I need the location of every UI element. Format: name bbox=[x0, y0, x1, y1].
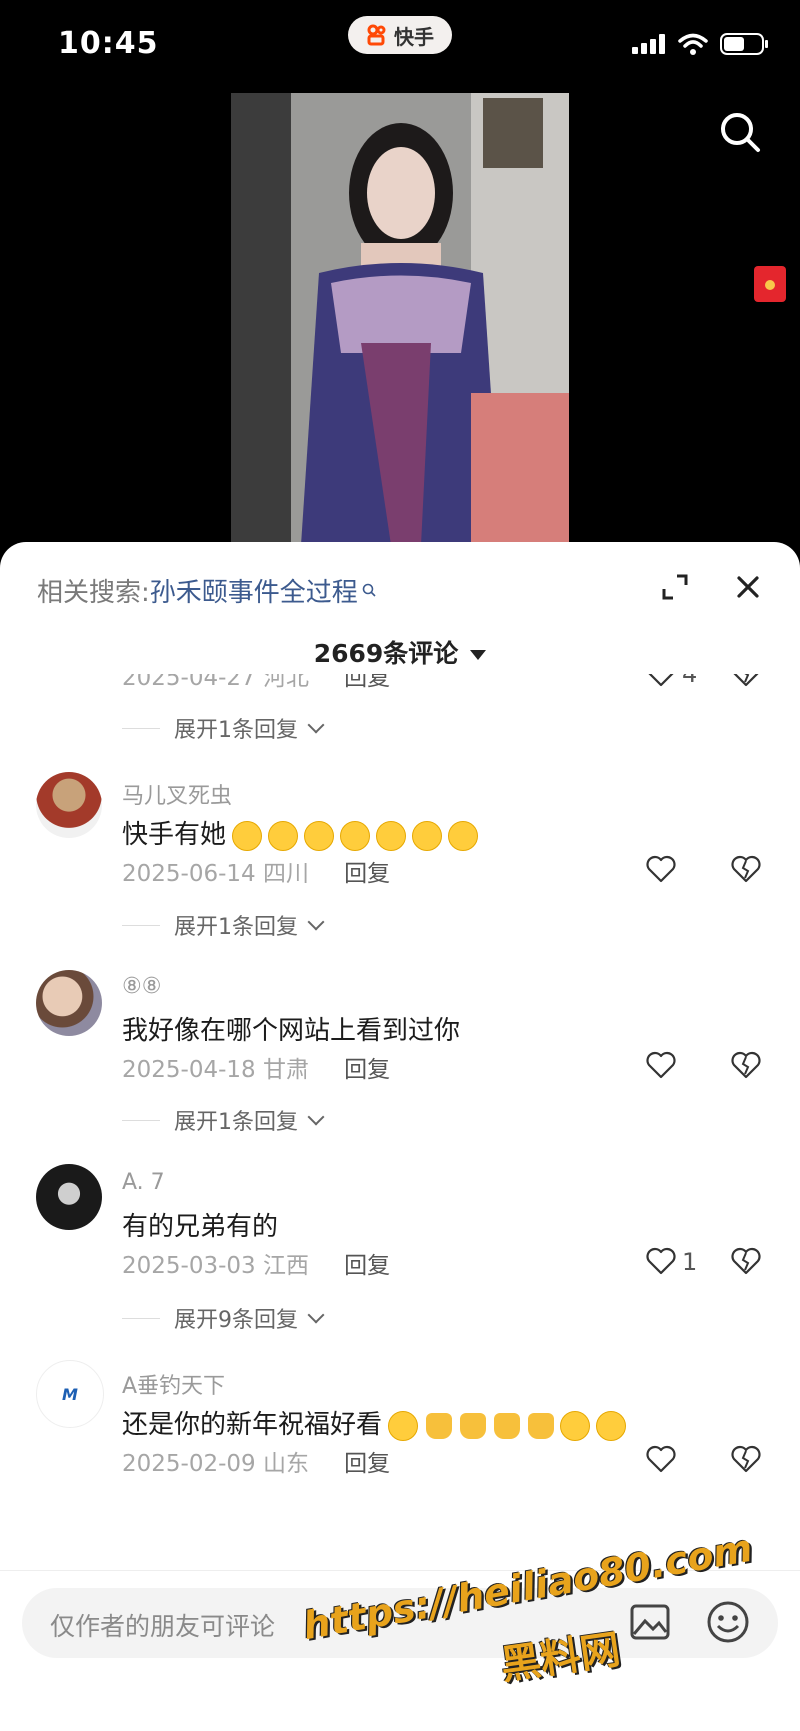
like-count: 4 bbox=[682, 674, 698, 688]
comment-date: 2025-02-09 山东 bbox=[122, 1451, 309, 1477]
comment-username[interactable]: ⑧⑧ bbox=[122, 974, 161, 999]
chevron-down-icon bbox=[307, 1108, 325, 1126]
expand-replies-label: 展开9条回复 bbox=[174, 1308, 298, 1333]
comment-date: 2025-03-03 江西 bbox=[122, 1253, 309, 1279]
chevron-down-icon bbox=[307, 716, 325, 734]
image-icon[interactable] bbox=[630, 1604, 670, 1640]
comment-meta: 2025-02-09 山东 回复 bbox=[122, 1444, 390, 1478]
fullscreen-icon[interactable] bbox=[662, 574, 688, 600]
avatar[interactable] bbox=[36, 772, 102, 838]
dislike-icon[interactable] bbox=[730, 674, 762, 688]
heart-icon[interactable] bbox=[645, 1246, 677, 1276]
reply-button[interactable]: 回复 bbox=[344, 1451, 390, 1477]
comment-text: 我好像在哪个网站上看到过你 bbox=[122, 1016, 461, 1046]
app-badge[interactable]: 快手 bbox=[348, 16, 452, 54]
avatar[interactable] bbox=[36, 970, 102, 1036]
heart-icon[interactable] bbox=[645, 1050, 677, 1080]
comment-meta: 2025-06-14 四川 回复 bbox=[122, 854, 390, 888]
chevron-down-icon bbox=[307, 1306, 325, 1324]
comment-username[interactable]: A. 7 bbox=[122, 1170, 165, 1195]
laughing-emoji-icon bbox=[376, 820, 407, 851]
comment-text: 有的兄弟有的 bbox=[122, 1212, 279, 1242]
laughing-emoji-icon bbox=[448, 820, 479, 851]
dislike-icon[interactable] bbox=[730, 1246, 762, 1276]
chevron-down-icon bbox=[307, 913, 325, 931]
expand-replies[interactable]: 展开9条回复 bbox=[122, 1302, 325, 1334]
laughing-emoji-icon bbox=[232, 820, 263, 851]
kuaishou-logo-icon bbox=[367, 24, 386, 46]
comment-text-body: 快手有她 bbox=[122, 820, 227, 850]
dislike-icon[interactable] bbox=[730, 1444, 762, 1474]
comment-item: 2025-04-27 河北 回复 bbox=[122, 674, 390, 692]
grin-emoji-icon bbox=[388, 1410, 419, 1441]
expand-replies-label: 展开1条回复 bbox=[174, 718, 298, 743]
comment-meta: 2025-04-18 甘肃 回复 bbox=[122, 1050, 390, 1084]
reply-button[interactable]: 回复 bbox=[344, 1057, 390, 1083]
emoji-icon[interactable] bbox=[706, 1600, 750, 1644]
app-name: 快手 bbox=[394, 24, 434, 49]
expand-replies-label: 展开1条回复 bbox=[174, 1110, 298, 1135]
comment-date: 2025-04-18 甘肃 bbox=[122, 1057, 309, 1083]
related-search-query[interactable]: 孙禾颐事件全过程 bbox=[150, 572, 358, 609]
battery-icon bbox=[720, 33, 768, 55]
reply-button[interactable]: 回复 bbox=[344, 861, 390, 887]
laughing-emoji-icon bbox=[304, 820, 335, 851]
smirk-emoji-icon bbox=[560, 1410, 591, 1441]
comment-meta: 2025-03-03 江西 回复 bbox=[122, 1246, 390, 1280]
comment-list[interactable]: 2025-04-27 河北 回复 4 展开1条回复 马儿叉死虫 快手有她 202… bbox=[0, 674, 800, 1609]
thumbs-up-emoji-icon bbox=[494, 1412, 521, 1439]
status-icons bbox=[632, 32, 770, 56]
video-frame-image bbox=[231, 93, 569, 545]
expand-replies[interactable]: 展开1条回复 bbox=[122, 1104, 325, 1136]
signal-icon bbox=[632, 34, 665, 54]
search-small-icon bbox=[362, 583, 376, 597]
comment-text: 还是你的新年祝福好看 bbox=[122, 1404, 627, 1441]
comment-username[interactable]: 马儿叉死虫 bbox=[122, 778, 232, 810]
dislike-icon[interactable] bbox=[730, 854, 762, 884]
comment-date: 2025-04-27 河北 bbox=[122, 674, 309, 691]
red-packet-icon[interactable] bbox=[754, 266, 786, 302]
laughing-emoji-icon bbox=[268, 820, 299, 851]
thumbs-up-emoji-icon bbox=[460, 1412, 487, 1439]
comment-date: 2025-06-14 四川 bbox=[122, 861, 309, 887]
close-icon[interactable] bbox=[733, 572, 763, 602]
expand-replies-label: 展开1条回复 bbox=[174, 915, 298, 940]
avatar[interactable] bbox=[36, 1164, 102, 1230]
reply-button[interactable]: 回复 bbox=[344, 674, 390, 691]
laughing-emoji-icon bbox=[340, 820, 371, 851]
expand-replies[interactable]: 展开1条回复 bbox=[122, 712, 325, 744]
heart-icon[interactable] bbox=[645, 854, 677, 884]
related-search-label: 相关搜索: bbox=[37, 578, 150, 608]
comment-count-label: 2669条评论 bbox=[313, 639, 459, 668]
status-time: 10:45 bbox=[58, 26, 159, 61]
heart-icon[interactable] bbox=[645, 674, 677, 688]
search-icon[interactable] bbox=[716, 108, 764, 156]
comment-text: 快手有她 bbox=[122, 814, 479, 851]
video-player[interactable] bbox=[231, 93, 569, 545]
crying-laugh-emoji-icon bbox=[596, 1410, 627, 1441]
related-search[interactable]: 相关搜索: 孙禾颐事件全过程 bbox=[37, 572, 378, 609]
like-count: 1 bbox=[682, 1248, 698, 1276]
expand-replies[interactable]: 展开1条回复 bbox=[122, 909, 325, 941]
thumbs-up-emoji-icon bbox=[426, 1412, 453, 1439]
thumbs-up-emoji-icon bbox=[528, 1412, 555, 1439]
wifi-icon bbox=[678, 33, 708, 55]
comment-text-body: 还是你的新年祝福好看 bbox=[122, 1410, 383, 1440]
comment-input-placeholder: 仅作者的朋友可评论 bbox=[50, 1612, 276, 1641]
dislike-icon[interactable] bbox=[730, 1050, 762, 1080]
heart-icon[interactable] bbox=[645, 1444, 677, 1474]
reply-button[interactable]: 回复 bbox=[344, 1253, 390, 1279]
comment-username[interactable]: A垂钓天下 bbox=[122, 1368, 225, 1400]
laughing-emoji-icon bbox=[412, 820, 443, 851]
comment-count[interactable]: 2669条评论 bbox=[0, 634, 800, 670]
avatar[interactable]: M bbox=[36, 1360, 104, 1428]
sort-dropdown-icon bbox=[470, 650, 487, 660]
